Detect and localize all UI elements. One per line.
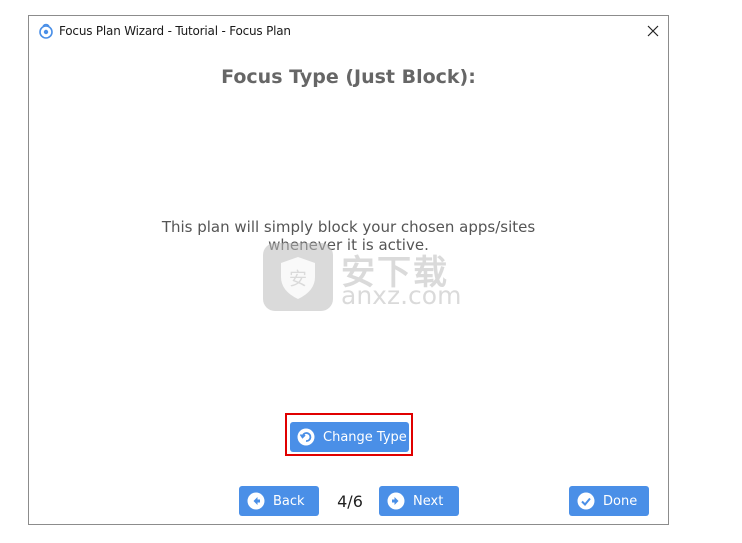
next-button[interactable]: Next xyxy=(379,486,459,516)
wizard-window: Focus Plan Wizard - Tutorial - Focus Pla… xyxy=(28,15,669,525)
check-circle-icon xyxy=(577,492,595,510)
arrow-right-circle-icon xyxy=(387,492,405,510)
close-button[interactable] xyxy=(638,16,668,46)
next-label: Next xyxy=(413,493,444,509)
title-bar: Focus Plan Wizard - Tutorial - Focus Pla… xyxy=(29,16,668,46)
done-label: Done xyxy=(603,493,638,509)
close-icon xyxy=(647,25,659,37)
back-button[interactable]: Back xyxy=(239,486,319,516)
change-type-button[interactable]: Change Type xyxy=(290,422,409,452)
page-heading: Focus Type (Just Block): xyxy=(221,66,476,88)
watermark-domain: anxz.com xyxy=(341,281,462,310)
window-title: Focus Plan Wizard - Tutorial - Focus Pla… xyxy=(59,24,291,38)
change-type-label: Change Type xyxy=(323,429,407,445)
arrow-left-circle-icon xyxy=(247,492,265,510)
undo-circle-icon xyxy=(297,428,315,446)
back-label: Back xyxy=(273,493,305,509)
plan-description: This plan will simply block your chosen … xyxy=(161,218,536,254)
app-logo-icon xyxy=(39,23,53,39)
svg-text:安: 安 xyxy=(289,269,307,290)
done-button[interactable]: Done xyxy=(569,486,649,516)
page-indicator: 4/6 xyxy=(337,492,363,511)
